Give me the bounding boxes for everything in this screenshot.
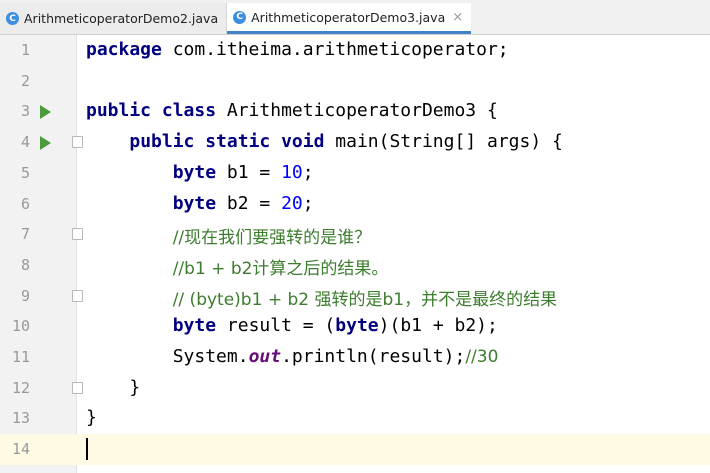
line-number: 1 [20,41,30,59]
close-tab-icon[interactable]: × [452,10,463,25]
code-token: out [248,346,282,367]
line-number: 2 [20,71,30,90]
line-number: 3 [20,102,30,121]
code-token: 10 [281,161,303,183]
code-token: byte [172,315,217,337]
code-line: 3 public class ArithmeticoperatorDemo3 { [0,96,710,127]
code-token: public class [86,100,217,122]
code-token: main(String[] args) { [324,131,563,153]
code-token: ; [302,161,314,183]
code-token: byte [172,161,217,183]
code-line: 8 //b1 + b2计算之后的结果。 [0,250,710,281]
editor-tab-bar: C ArithmeticoperatorDemo2.java C Arithmetic… [0,0,710,35]
code-editor[interactable]: 1 package com.itheima.arithmeticoperator;… [0,35,710,473]
code-text: public static void main(String[] args) { [86,131,563,152]
code-token: } [86,407,97,429]
code-token: //30 [465,347,499,367]
line-number: 7 [20,225,30,244]
code-token: result = ( [216,315,336,337]
code-text: package com.itheima.arithmeticoperator; [86,39,509,60]
code-line: 9 // (byte)b1 + b2 强转的是b1，并不是最终的结果 [0,281,710,312]
code-token: .println(result); [281,346,466,367]
line-number: 4 [20,133,30,152]
code-line: 6 byte b2 = 20; [0,189,710,220]
code-line: 14 [0,434,710,465]
code-token: b1 = [216,161,282,183]
line-number: 8 [20,255,30,274]
code-line: 1 package com.itheima.arithmeticoperator; [0,35,710,66]
fold-marker-icon[interactable] [72,228,83,241]
line-number: 12 [11,378,30,397]
code-token: byte [172,192,217,214]
code-text [86,438,88,461]
line-number: 14 [11,440,30,459]
code-text: byte b2 = 20; [86,193,314,214]
code-line: 12 } [0,373,710,404]
code-token: ArithmeticoperatorDemo3 { [216,100,498,122]
code-token: package [86,39,162,60]
code-line: 4 public static void main(String[] args)… [0,127,710,158]
line-number: 9 [20,286,30,305]
code-line: 5 byte b1 = 10; [0,158,710,189]
code-token: // (byte)b1 + b2 强转的是b1，并不是最终的结果 [172,289,558,310]
java-class-icon: C [6,12,19,25]
code-token: //b1 + b2计算之后的结果。 [172,258,389,279]
line-number: 5 [20,163,30,182]
code-token: public static void [129,131,325,153]
tab-label: ArithmeticoperatorDemo2.java [24,11,219,26]
code-line: 2 [0,66,710,97]
line-number: 6 [20,194,30,213]
code-text: //b1 + b2计算之后的结果。 [86,254,389,279]
code-token: ; [302,192,314,214]
code-token: //现在我们要强转的是谁？ [172,228,372,249]
line-number: 10 [11,317,30,336]
code-text: System.out.println(result);//30 [86,346,499,367]
tab-2[interactable]: C ArithmeticoperatorDemo3.java × [227,3,472,34]
code-text: } [86,407,97,428]
code-token: )(b1 + b2); [378,315,498,337]
tab-1[interactable]: C ArithmeticoperatorDemo2.java [0,3,228,34]
code-line: 13} [0,403,710,434]
fold-marker-icon[interactable] [72,381,83,394]
code-line: 11 System.out.println(result);//30 [0,342,710,373]
code-text: byte b1 = 10; [86,162,314,183]
line-number: 13 [11,409,30,428]
code-text: public class ArithmeticoperatorDemo3 { [86,100,498,121]
text-cursor [86,438,88,461]
code-text: //现在我们要强转的是谁？ [86,223,371,248]
run-icon[interactable] [40,105,51,120]
fold-marker-icon[interactable] [72,136,83,149]
code-line: 10 byte result = (byte)(b1 + b2); [0,311,710,342]
code-token: System. [86,346,249,367]
code-text: // (byte)b1 + b2 强转的是b1，并不是最终的结果 [86,285,557,310]
run-icon[interactable] [40,136,51,151]
tab-label: ArithmeticoperatorDemo3.java [251,9,446,25]
code-token: b2 = [216,192,282,214]
java-class-icon: C [233,10,247,24]
code-token: 20 [281,192,303,214]
code-text: byte result = (byte)(b1 + b2); [86,315,498,336]
code-line: 7 //现在我们要强转的是谁？ [0,219,710,250]
code-token: com.itheima.arithmeticoperator; [161,39,509,60]
code-token: } [86,376,141,398]
fold-marker-icon[interactable] [72,289,83,302]
code-text: } [86,377,140,398]
code-token: byte [335,315,379,337]
line-number: 11 [11,348,30,366]
